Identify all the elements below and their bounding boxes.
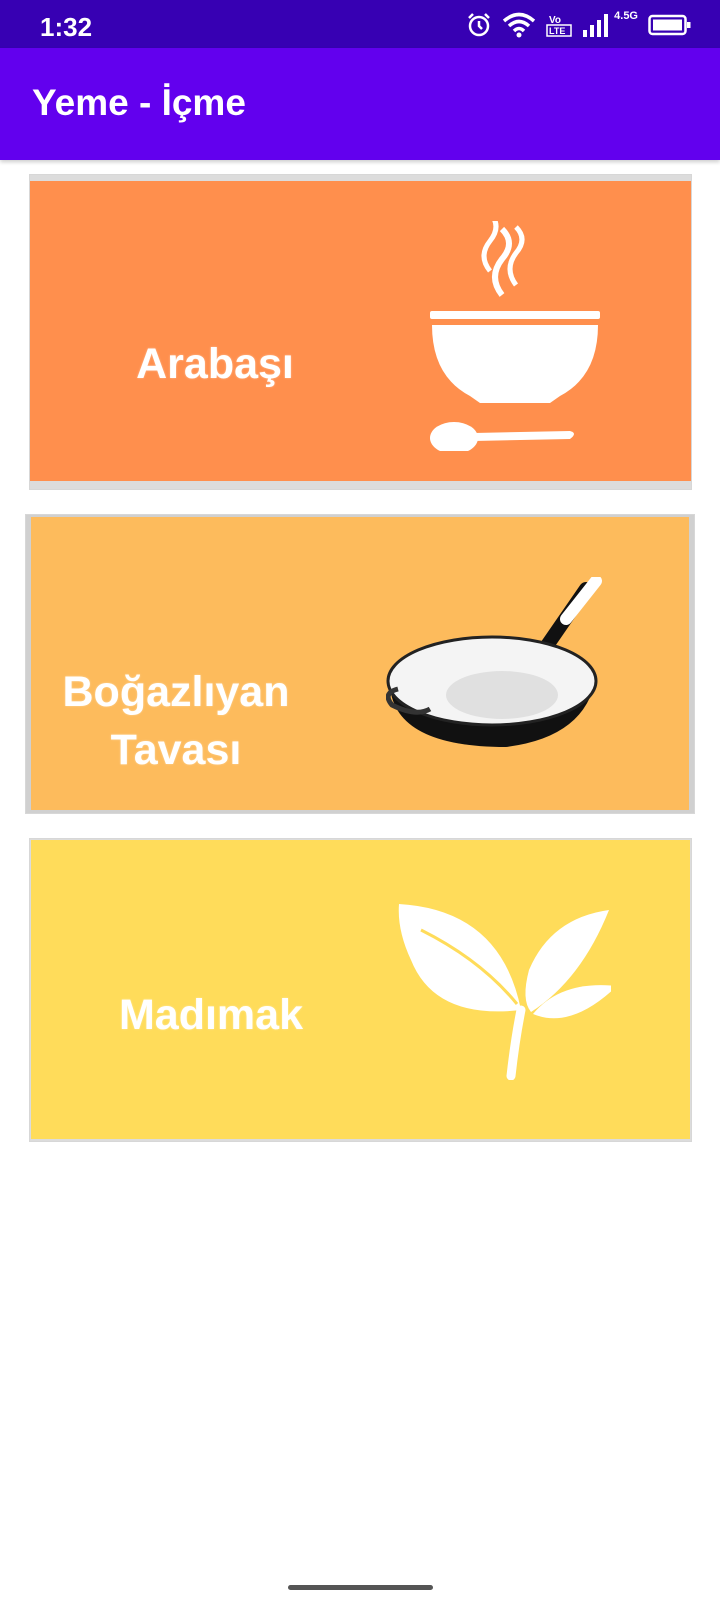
- svg-text:LTE: LTE: [549, 26, 565, 36]
- card-arabasi[interactable]: Arabaşı: [29, 174, 692, 490]
- status-time: 1:32: [40, 12, 93, 42]
- signal-icon: [583, 14, 609, 37]
- alarm-icon: [468, 13, 491, 37]
- volte-icon: Vo LTE: [546, 15, 572, 37]
- card-bogazliyan-label-line1: Boğazlıyan: [62, 668, 290, 716]
- card-arabasi-label: Arabaşı: [136, 340, 294, 388]
- network-type: 4.5G: [614, 10, 638, 22]
- card-madimak-background: Madımak: [31, 840, 690, 1139]
- card-madimak-label: Madımak: [118, 991, 303, 1039]
- app-bar: Yeme - İçme: [0, 48, 720, 160]
- gesture-nav-handle[interactable]: [288, 1585, 433, 1590]
- leaf-icon: [398, 904, 611, 1080]
- status-bar: 1:32 Vo LTE 4.5G: [0, 0, 720, 48]
- card-arabasi-background: Arabaşı: [30, 181, 691, 481]
- wifi-icon: [502, 12, 536, 38]
- soup-bowl-icon: [430, 221, 600, 451]
- frying-pan-icon: [386, 577, 602, 747]
- card-madimak[interactable]: Madımak: [29, 838, 692, 1142]
- card-bogazliyan-background: Boğazlıyan Tavası: [31, 517, 689, 810]
- card-bogazliyan-label: Boğazlıyan Tavası: [41, 663, 311, 779]
- card-bogazliyan-label-line2: Tavası: [110, 726, 242, 774]
- status-icons: Vo LTE 4.5G: [466, 10, 692, 40]
- card-bogazliyan-tavasi[interactable]: Boğazlıyan Tavası: [25, 514, 695, 814]
- app-title: Yeme - İçme: [32, 82, 246, 123]
- battery-icon: [648, 14, 691, 36]
